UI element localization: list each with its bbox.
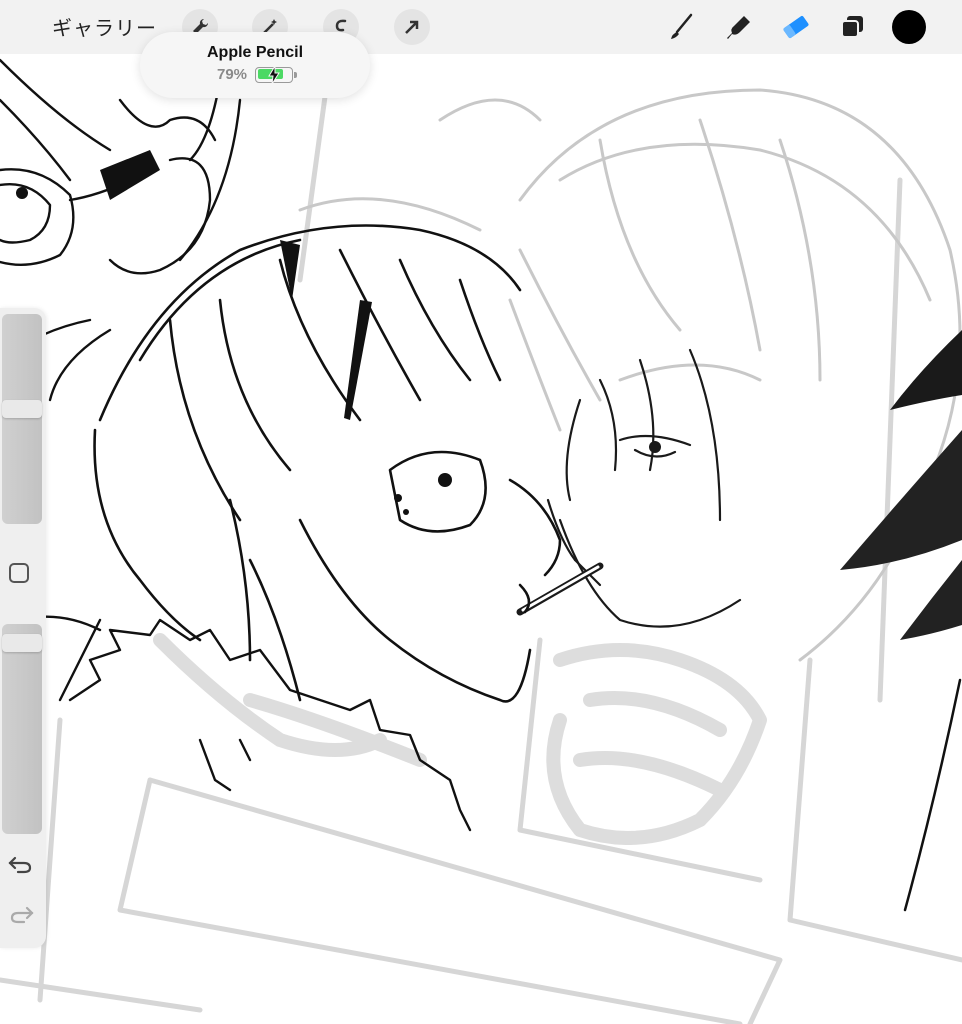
battery-percent: 79% xyxy=(216,66,248,83)
artwork xyxy=(0,57,962,1024)
brush-icon[interactable] xyxy=(664,9,700,45)
redo-icon[interactable] xyxy=(8,902,34,930)
eraser-icon[interactable] xyxy=(778,9,814,45)
opacity-slider[interactable] xyxy=(2,624,42,834)
opacity-thumb[interactable] xyxy=(2,633,42,652)
sidebar xyxy=(0,308,46,948)
drawing-canvas[interactable] xyxy=(0,54,962,1024)
apple-pencil-popup: Apple Pencil 79% xyxy=(140,32,370,98)
pencil-status: 79% xyxy=(140,65,370,84)
layers-icon[interactable] xyxy=(834,9,870,45)
gallery-button[interactable]: ギャラリー xyxy=(52,12,157,41)
transform-arrow-icon[interactable] xyxy=(394,9,430,45)
charging-bolt-icon xyxy=(268,65,280,84)
battery-nub xyxy=(294,71,298,78)
battery-icon xyxy=(255,65,298,84)
smudge-icon[interactable] xyxy=(721,9,757,45)
pencil-name: Apple Pencil xyxy=(206,44,304,61)
color-swatch[interactable] xyxy=(891,9,927,45)
brush-size-slider[interactable] xyxy=(2,314,42,524)
modify-button[interactable] xyxy=(9,563,29,583)
brush-size-thumb[interactable] xyxy=(2,400,42,419)
undo-icon[interactable] xyxy=(8,852,34,880)
